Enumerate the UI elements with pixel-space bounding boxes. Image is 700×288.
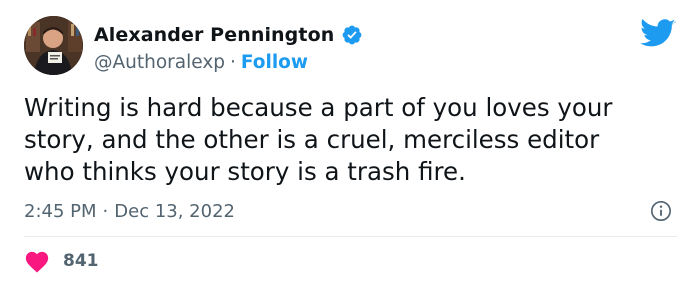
heart-icon[interactable] — [24, 249, 50, 273]
like-count: 841 — [63, 251, 99, 271]
separator-dot: · — [230, 51, 236, 73]
tweet-text-line: Writing is hard because a part of you lo… — [24, 93, 613, 122]
info-icon[interactable] — [650, 200, 672, 222]
tweet-text-line: who thinks your story is a trash fire. — [24, 157, 466, 186]
tweet-card: Alexander Pennington @Authoralexp · Foll… — [0, 0, 700, 288]
like-row[interactable]: 841 — [24, 248, 99, 274]
author-handle-row: @Authoralexp · Follow — [94, 49, 308, 75]
author-name[interactable]: Alexander Pennington — [94, 24, 334, 46]
twitter-bird-icon[interactable] — [638, 19, 678, 49]
verified-badge-icon — [342, 25, 362, 45]
avatar-image — [24, 16, 83, 75]
tweet-text-line: story, and the other is a cruel, mercile… — [24, 125, 600, 154]
author-name-row: Alexander Pennington — [94, 22, 363, 48]
tweet-date[interactable]: Dec 13, 2022 — [114, 201, 235, 222]
divider — [24, 236, 677, 237]
avatar[interactable] — [24, 16, 83, 75]
timestamp-row[interactable]: 2:45 PM · Dec 13, 2022 — [24, 198, 235, 224]
separator-dot: · — [102, 200, 109, 222]
tweet-text: Writing is hard because a part of you lo… — [24, 92, 664, 188]
author-handle[interactable]: @Authoralexp — [94, 52, 225, 73]
follow-button[interactable]: Follow — [241, 52, 308, 73]
tweet-time[interactable]: 2:45 PM — [24, 201, 97, 222]
